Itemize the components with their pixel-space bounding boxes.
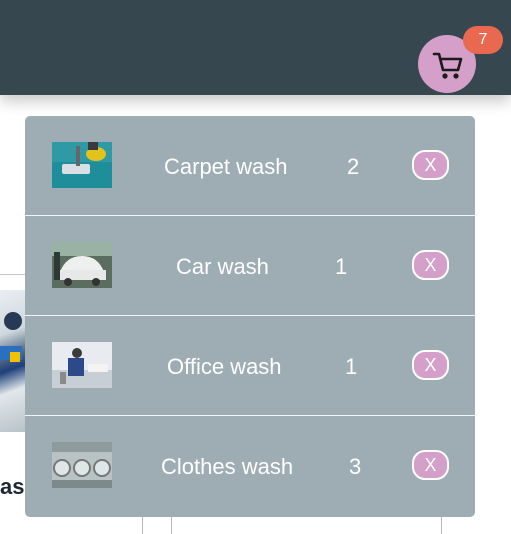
cart-item-quantity: 3: [349, 454, 362, 479]
remove-item-button[interactable]: X: [412, 450, 449, 480]
cart-item-name: Carpet wash: [164, 154, 288, 179]
cart-dropdown: Carpet wash 2 X Car wash 1 X Office wash…: [25, 116, 475, 517]
cart-item: Car wash 1 X: [25, 216, 475, 316]
cart-count-badge: 7: [463, 26, 503, 54]
cart-item: Carpet wash 2 X: [25, 116, 475, 216]
background-divider: [142, 516, 143, 534]
background-product-title: as: [0, 474, 25, 499]
background-divider: [441, 516, 442, 534]
cart-item-quantity: 1: [335, 254, 348, 279]
background-product-image: [0, 290, 26, 432]
clothes-wash-thumbnail: [52, 442, 112, 488]
car-wash-thumbnail: [52, 242, 112, 288]
remove-item-button[interactable]: X: [412, 150, 449, 180]
cart-item: Office wash 1 X: [25, 316, 475, 416]
remove-item-button[interactable]: X: [412, 250, 449, 280]
cart-item-name: Car wash: [176, 254, 269, 279]
cart-item: Clothes wash 3 X: [25, 416, 475, 516]
cart-item-name: Clothes wash: [161, 454, 294, 479]
carpet-wash-thumbnail: [52, 142, 112, 188]
office-wash-thumbnail: [52, 342, 112, 388]
remove-item-button[interactable]: X: [412, 350, 449, 380]
cart-item-name: Office wash: [167, 354, 282, 379]
cart-item-quantity: 1: [345, 354, 358, 379]
cart-icon: [432, 52, 463, 79]
background-divider: [171, 516, 172, 534]
cart-item-quantity: 2: [347, 154, 360, 179]
